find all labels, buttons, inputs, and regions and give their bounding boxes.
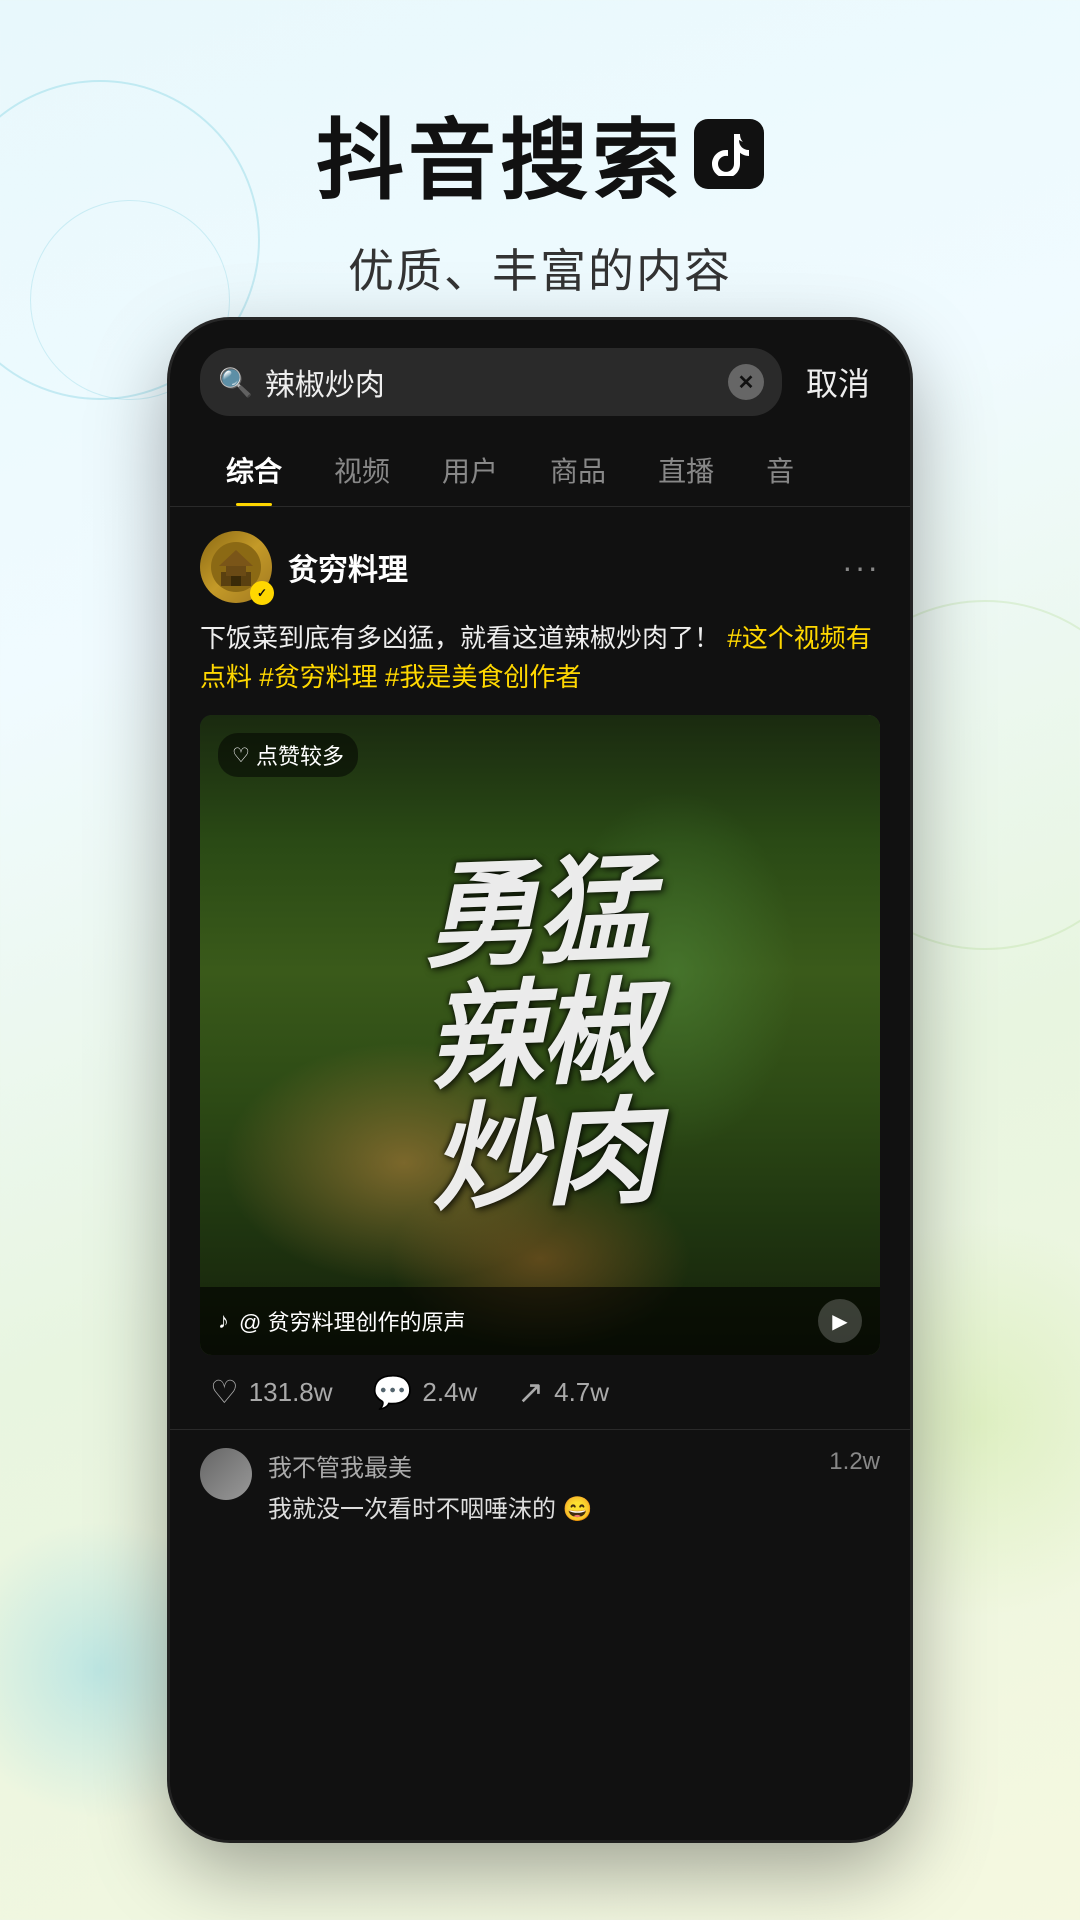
post-user-left: ✓ 贫穷料理 <box>200 531 408 603</box>
audio-text: @ 贫穷料理创作的原声 <box>239 1305 465 1337</box>
tab-label: 用户 <box>442 456 498 487</box>
tab-商品[interactable]: 商品 <box>524 434 632 506</box>
comment-content: 我不管我最美 我就没一次看时不咽唾沫的 😄 <box>268 1448 813 1524</box>
post-header: ✓ 贫穷料理 ··· <box>200 531 880 603</box>
engagement-row: ♡ 131.8w 💬 2.4w ↗ 4.7w <box>200 1355 880 1429</box>
play-button[interactable]: ▶ <box>818 1299 862 1343</box>
video-thumbnail[interactable]: ♡ 点赞较多 勇猛辣椒炒肉 ♪ @ 贫穷料理创作的原声 ▶ <box>200 715 880 1355</box>
tab-直播[interactable]: 直播 <box>632 434 740 506</box>
comment-icon: 💬 <box>373 1373 413 1411</box>
video-big-text: 勇猛辣椒炒肉 <box>421 850 660 1220</box>
phone-screen: 🔍 辣椒炒肉 ✕ 取消 综合 视频 用户 商品 直播 音 <box>170 320 910 1840</box>
tab-label: 直播 <box>658 456 714 487</box>
shares-item[interactable]: ↗ 4.7w <box>517 1373 609 1411</box>
verified-badge: ✓ <box>250 581 274 605</box>
search-query: 辣椒炒肉 <box>265 360 716 404</box>
comment-count: 1.2w <box>829 1448 880 1476</box>
subtitle: 优质、丰富的内容 <box>0 235 1080 301</box>
tab-综合[interactable]: 综合 <box>200 434 308 506</box>
comment-avatar <box>200 1448 252 1500</box>
post-card: ✓ 贫穷料理 ··· 下饭菜到底有多凶猛，就看这道辣椒炒肉了！ #这个视频有点料… <box>170 507 910 1429</box>
app-title: 抖音搜索 <box>316 90 764 217</box>
phone-mockup: 🔍 辣椒炒肉 ✕ 取消 综合 视频 用户 商品 直播 音 <box>170 320 910 1840</box>
heart-icon: ♡ <box>210 1373 239 1411</box>
tab-视频[interactable]: 视频 <box>308 434 416 506</box>
comments-count: 2.4w <box>422 1377 477 1408</box>
tab-用户[interactable]: 用户 <box>416 434 524 506</box>
post-main-text: 下饭菜到底有多凶猛，就看这道辣椒炒肉了！ <box>200 623 720 653</box>
clear-button[interactable]: ✕ <box>728 364 764 400</box>
likes-item[interactable]: ♡ 131.8w <box>210 1373 333 1411</box>
tabs-row: 综合 视频 用户 商品 直播 音 <box>170 434 910 507</box>
header-section: 抖音搜索 优质、丰富的内容 <box>0 0 1080 351</box>
comments-item[interactable]: 💬 2.4w <box>373 1373 478 1411</box>
video-content: ♡ 点赞较多 勇猛辣椒炒肉 ♪ @ 贫穷料理创作的原声 ▶ <box>200 715 880 1355</box>
more-options-icon[interactable]: ··· <box>842 549 880 586</box>
tiktok-logo-icon <box>694 119 764 189</box>
search-icon: 🔍 <box>218 366 253 399</box>
search-bar: 🔍 辣椒炒肉 ✕ 取消 <box>170 320 910 434</box>
commenter-name: 我不管我最美 <box>268 1448 813 1483</box>
search-input-wrap[interactable]: 🔍 辣椒炒肉 ✕ <box>200 348 782 416</box>
tab-音[interactable]: 音 <box>740 434 820 506</box>
likes-count: 131.8w <box>249 1377 333 1408</box>
comment-text: 我就没一次看时不咽唾沫的 😄 <box>268 1489 813 1524</box>
audio-info: ♪ @ 贫穷料理创作的原声 <box>218 1305 465 1337</box>
shares-count: 4.7w <box>554 1377 609 1408</box>
tab-label: 视频 <box>334 456 390 487</box>
username[interactable]: 贫穷料理 <box>288 545 408 589</box>
tab-label: 音 <box>766 456 794 487</box>
share-icon: ↗ <box>517 1373 544 1411</box>
app-title-text: 抖音搜索 <box>316 90 684 217</box>
cancel-button[interactable]: 取消 <box>796 359 880 405</box>
audio-bar: ♪ @ 贫穷料理创作的原声 ▶ <box>200 1287 880 1355</box>
tiktok-audio-icon: ♪ <box>218 1308 229 1334</box>
video-text-overlay: 勇猛辣椒炒肉 <box>200 715 880 1355</box>
tab-label: 商品 <box>550 456 606 487</box>
comment-preview: 我不管我最美 我就没一次看时不咽唾沫的 😄 1.2w <box>170 1429 910 1542</box>
avatar-wrap: ✓ <box>200 531 272 603</box>
post-text: 下饭菜到底有多凶猛，就看这道辣椒炒肉了！ #这个视频有点料 #贫穷料理 #我是美… <box>200 619 880 697</box>
tab-label: 综合 <box>226 456 282 487</box>
